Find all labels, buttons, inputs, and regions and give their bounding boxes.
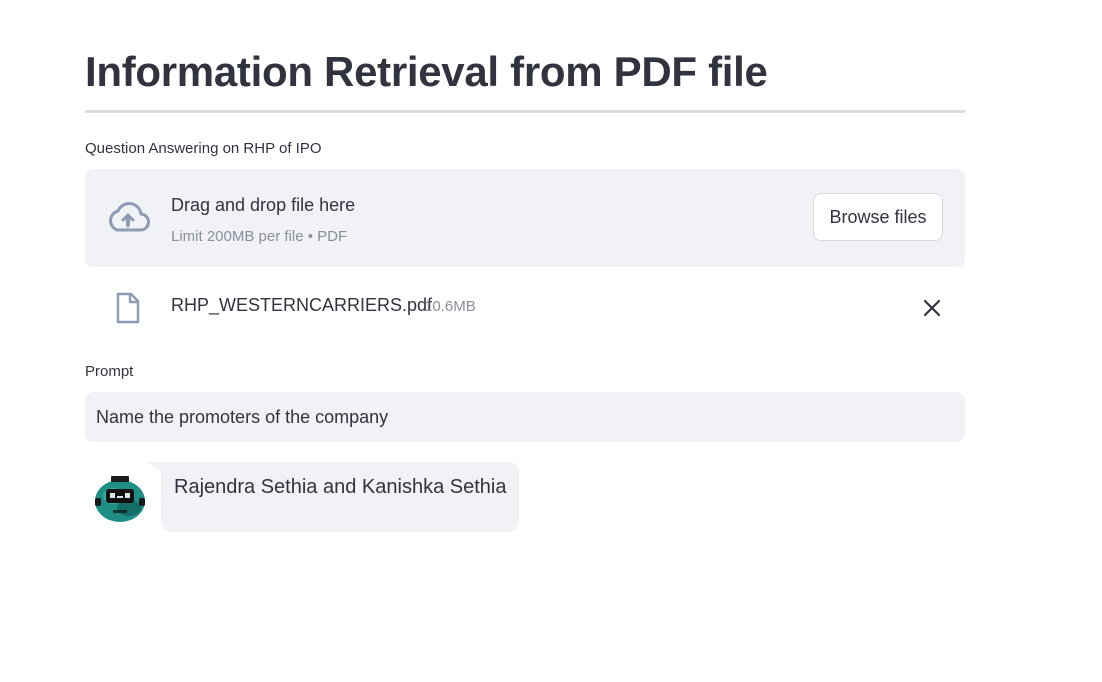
cloud-upload-icon [109,202,150,232]
robot-avatar [95,476,145,522]
chat-message: Rajendra Sethia and Kanishka Sethia [85,462,965,534]
uploaded-file-row: RHP_WESTERNCARRIERS.pdf 10.6MB [85,282,965,334]
uploaded-file-size: 10.6MB [424,298,476,315]
close-icon[interactable] [919,295,945,321]
prompt-label: Prompt [85,363,134,380]
uploader-label: Question Answering on RHP of IPO [85,140,322,157]
browse-files-button[interactable]: Browse files [813,193,943,241]
page-title: Information Retrieval from PDF file [85,48,768,95]
bubble-tail [147,462,161,472]
drop-instructions: Drag and drop file here [171,195,356,215]
upload-limit-text: Limit 200MB per file • PDF [171,228,348,245]
prompt-input[interactable] [85,392,965,442]
file-icon [116,292,140,324]
file-dropzone[interactable]: Drag and drop file here Limit 200MB per … [85,169,965,267]
uploaded-file-name: RHP_WESTERNCARRIERS.pdf [171,295,433,315]
title-divider [85,110,965,113]
assistant-response: Rajendra Sethia and Kanishka Sethia [161,462,520,532]
